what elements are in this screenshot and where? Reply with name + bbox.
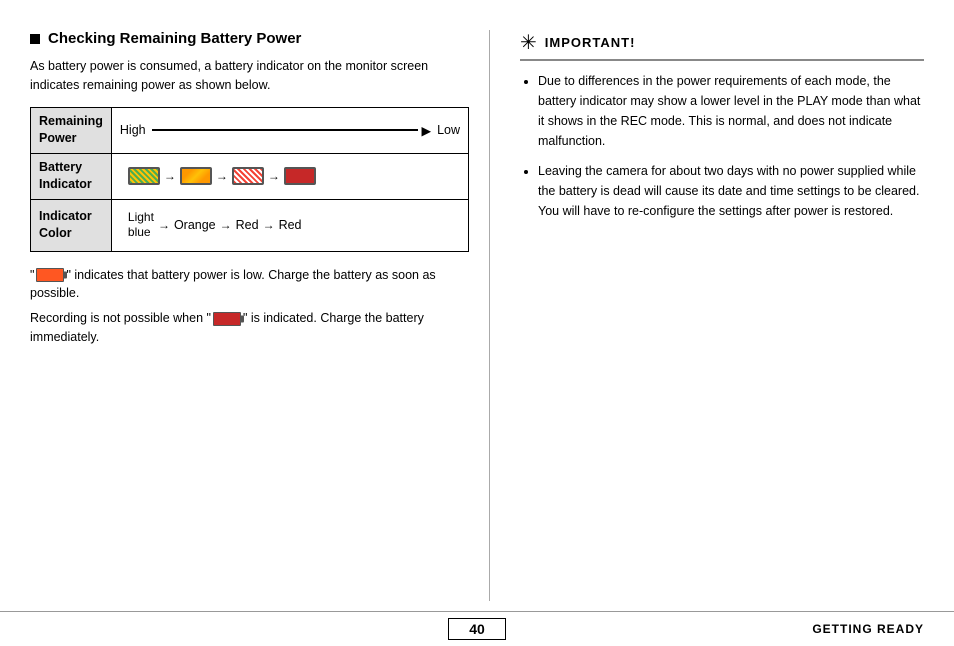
footer-label: GETTING READY <box>812 622 924 636</box>
arrow1: → <box>164 169 176 183</box>
arrow-line: ▶ <box>152 123 431 138</box>
left-column: Checking Remaining Battery Power As batt… <box>30 30 490 601</box>
color-red2: Red <box>279 218 302 232</box>
color-red1: Red <box>236 218 259 232</box>
arrow-color3: → <box>263 218 275 232</box>
important-star-icon: ✳ <box>520 30 537 55</box>
color-light-blue: Lightblue <box>128 210 154 241</box>
page-number: 40 <box>448 618 506 640</box>
battery-icon-full <box>128 167 160 185</box>
important-bullet-1: Due to differences in the power requirem… <box>538 71 924 151</box>
important-header: ✳ IMPORTANT! <box>520 30 924 61</box>
footnote-battery-empty <box>213 312 241 326</box>
section-heading: Checking Remaining Battery Power <box>48 30 301 47</box>
footnote2-text-prefix: Recording is not possible when " <box>30 311 211 325</box>
footnote1-text: " indicates that battery power is low. C… <box>30 268 436 301</box>
intro-text: As battery power is consumed, a battery … <box>30 57 469 95</box>
high-label: High <box>120 123 146 137</box>
arrow2: → <box>216 169 228 183</box>
battery-indicator-header: BatteryIndicator <box>31 153 112 199</box>
battery-icon-half <box>180 167 212 185</box>
section-title: Checking Remaining Battery Power <box>30 30 469 47</box>
color-indicators: Lightblue → Orange → Red → Red <box>120 205 460 246</box>
footnote1: "" indicates that battery power is low. … <box>30 266 469 304</box>
arrow3: → <box>268 169 280 183</box>
arrow-color2: → <box>220 218 232 232</box>
indicator-color-row: IndicatorColor Lightblue → Orange → Red … <box>31 199 469 251</box>
battery-icon-empty <box>284 167 316 185</box>
remaining-power-row: RemainingPower High ▶ Low <box>31 107 469 153</box>
arrow-right: ▶ <box>421 123 431 138</box>
remaining-power-header: RemainingPower <box>31 107 112 153</box>
low-label: Low <box>437 123 460 137</box>
footnote1-quote-open: " <box>30 268 34 282</box>
important-bullet-2: Leaving the camera for about two days wi… <box>538 161 924 221</box>
battery-table: RemainingPower High ▶ Low <box>30 107 469 252</box>
arrow-color1: → <box>158 218 170 232</box>
indicator-color-content: Lightblue → Orange → Red → Red <box>111 199 468 251</box>
battery-indicator-row: BatteryIndicator → → → <box>31 153 469 199</box>
battery-icon-low <box>232 167 264 185</box>
footnote2: Recording is not possible when "" is ind… <box>30 309 469 347</box>
page-footer: 40 GETTING READY <box>0 611 954 646</box>
color-orange: Orange <box>174 218 216 232</box>
important-section: ✳ IMPORTANT! Due to differences in the p… <box>520 30 924 221</box>
indicator-color-header: IndicatorColor <box>31 199 112 251</box>
footnote-battery-low <box>36 268 64 282</box>
battery-indicator-content: → → → <box>111 153 468 199</box>
remaining-power-content: High ▶ Low <box>111 107 468 153</box>
important-list: Due to differences in the power requirem… <box>520 71 924 221</box>
right-column: ✳ IMPORTANT! Due to differences in the p… <box>490 30 924 601</box>
battery-icons: → → → <box>120 162 460 190</box>
important-title: IMPORTANT! <box>545 35 636 50</box>
bullet-icon <box>30 34 40 44</box>
